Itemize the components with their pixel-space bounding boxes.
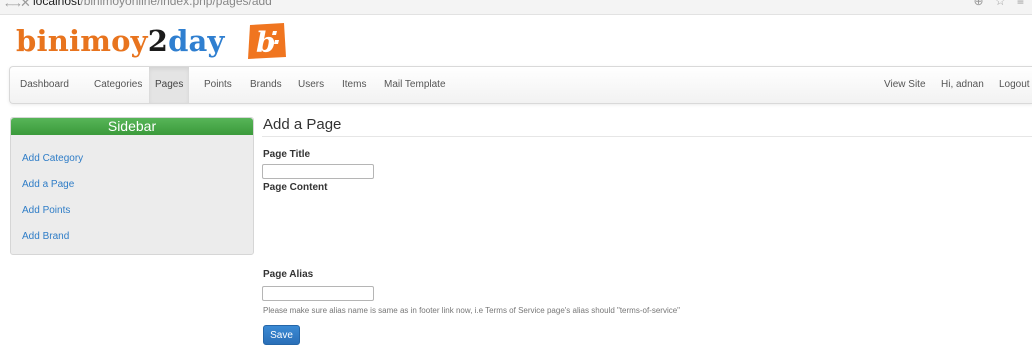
sidebar-link-add-page[interactable]: Add a Page bbox=[22, 179, 74, 190]
page-alias-label: Page Alias bbox=[263, 269, 314, 280]
sidebar-link-add-points[interactable]: Add Points bbox=[22, 205, 70, 216]
browser-address-bar: ← → ✕ localhost/binimoyonline/index.php/… bbox=[0, 0, 1032, 15]
main-navbar: Dashboard Categories Pages Points Brands… bbox=[9, 66, 1032, 104]
logo-badge-letter: b bbox=[256, 26, 276, 59]
nav-mail-template[interactable]: Mail Template bbox=[378, 67, 452, 103]
url-field[interactable]: localhost/binimoyonline/index.php/pages/… bbox=[33, 0, 272, 8]
logo-text-part3: day bbox=[168, 24, 225, 58]
url-path: /binimoyonline/index.php/pages/add bbox=[80, 0, 272, 8]
heading-divider bbox=[262, 136, 1032, 137]
sidebar: Sidebar Add Category Add a Page Add Poin… bbox=[10, 117, 254, 255]
sidebar-link-add-brand[interactable]: Add Brand bbox=[22, 231, 69, 242]
page-title: Add a Page bbox=[263, 116, 342, 133]
logo-wordmark: binimoy2day bbox=[16, 24, 225, 58]
nav-logout[interactable]: Logout bbox=[993, 67, 1032, 103]
sidebar-title: Sidebar bbox=[11, 118, 253, 135]
save-button[interactable]: Save bbox=[263, 325, 300, 345]
nav-points[interactable]: Points bbox=[198, 67, 238, 103]
reload-icon[interactable]: ✕ bbox=[20, 0, 31, 11]
logo-text-part2: 2 bbox=[147, 24, 169, 58]
url-host: localhost bbox=[33, 0, 81, 8]
nav-dashboard[interactable]: Dashboard bbox=[14, 67, 75, 103]
page-content-label: Page Content bbox=[263, 182, 328, 193]
nav-view-site[interactable]: View Site bbox=[878, 67, 932, 103]
nav-categories[interactable]: Categories bbox=[88, 67, 148, 103]
sidebar-link-add-category[interactable]: Add Category bbox=[22, 153, 83, 164]
nav-users[interactable]: Users bbox=[292, 67, 330, 103]
nav-pages[interactable]: Pages bbox=[149, 67, 190, 103]
browser-toolbar-icons[interactable]: ⊕ ☆ ≡ bbox=[974, 0, 1028, 8]
page-title-label: Page Title bbox=[263, 149, 311, 160]
logo-text-part1: binimoy bbox=[16, 24, 148, 58]
page-title-input[interactable] bbox=[262, 164, 374, 179]
nav-brands[interactable]: Brands bbox=[244, 67, 288, 103]
logo-badge-icon: b bbox=[248, 23, 286, 59]
nav-items[interactable]: Items bbox=[336, 67, 372, 103]
alias-help-text: Please make sure alias name is same as i… bbox=[263, 306, 681, 315]
nav-user-greeting[interactable]: Hi, adnan bbox=[935, 67, 990, 103]
page-alias-input[interactable] bbox=[262, 286, 374, 301]
